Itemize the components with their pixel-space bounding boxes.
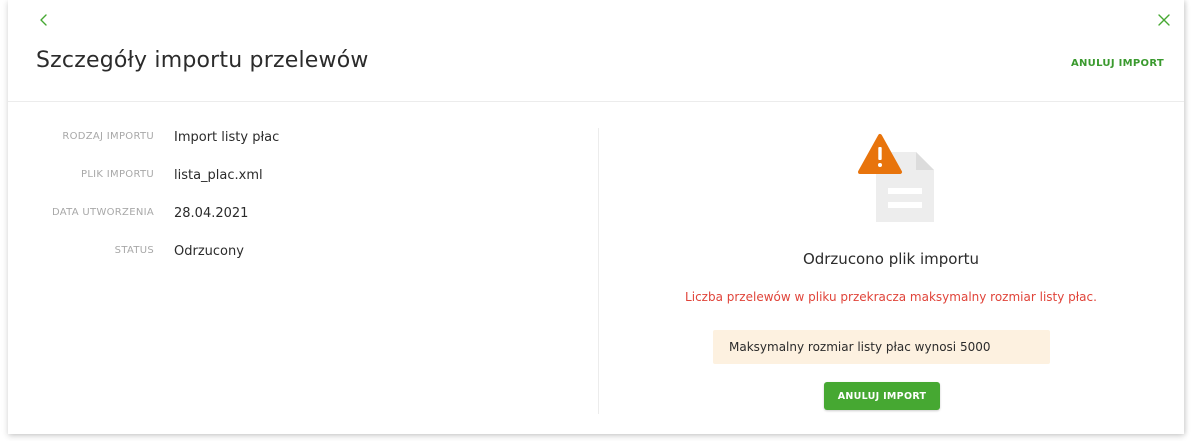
detail-label: DATA UTWORZENIA <box>51 207 154 218</box>
header-divider <box>8 101 1184 102</box>
detail-row-import-type: RODZAJ IMPORTU Import listy płac <box>8 130 588 168</box>
detail-label: STATUS <box>114 245 154 256</box>
column-divider <box>598 128 599 414</box>
detail-value: lista_plac.xml <box>174 168 263 183</box>
detail-label: RODZAJ IMPORTU <box>62 131 154 142</box>
back-button[interactable] <box>36 12 52 28</box>
file-warning-icon <box>856 130 946 225</box>
detail-row-import-file: PLIK IMPORTU lista_plac.xml <box>8 168 588 206</box>
details-list: RODZAJ IMPORTU Import listy płac PLIK IM… <box>8 130 588 282</box>
result-title: Odrzucono plik importu <box>802 250 980 268</box>
detail-value: 28.04.2021 <box>174 206 249 221</box>
detail-row-status: STATUS Odrzucony <box>8 244 588 282</box>
close-button[interactable] <box>1156 12 1172 28</box>
chevron-left-icon <box>40 14 47 26</box>
import-details-panel: Szczegóły importu przelewów ANULUJ IMPOR… <box>8 0 1184 434</box>
info-box: Maksymalny rozmiar listy płac wynosi 500… <box>713 330 1050 364</box>
close-icon <box>1158 14 1170 26</box>
error-message: Liczba przelewów w pliku przekracza maks… <box>685 290 1097 304</box>
detail-value: Odrzucony <box>174 244 244 259</box>
cancel-import-link[interactable]: ANULUJ IMPORT <box>1071 58 1164 69</box>
detail-row-created-date: DATA UTWORZENIA 28.04.2021 <box>8 206 588 244</box>
detail-value: Import listy płac <box>174 130 280 145</box>
detail-label: PLIK IMPORTU <box>80 169 154 180</box>
page-title: Szczegóły importu przelewów <box>36 48 369 73</box>
cancel-import-button[interactable]: ANULUJ IMPORT <box>824 382 940 410</box>
